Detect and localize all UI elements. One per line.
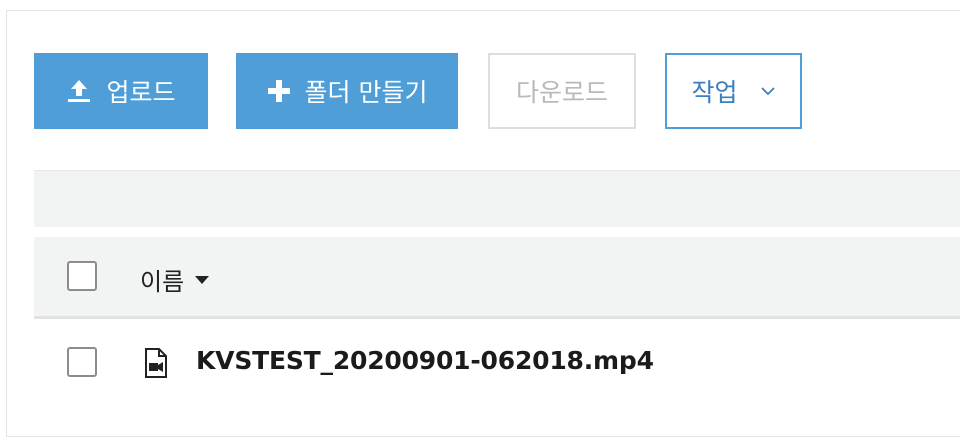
sort-down-icon (194, 275, 210, 285)
actions-dropdown-button[interactable]: 작업 (665, 53, 802, 129)
download-label: 다운로드 (515, 78, 608, 107)
upload-button[interactable]: 업로드 (34, 53, 208, 129)
table-row[interactable]: KVSTEST_20200901-062018.mp4 (34, 322, 960, 402)
video-file-icon (144, 348, 168, 382)
select-all-checkbox[interactable] (67, 261, 97, 291)
new-folder-button[interactable]: 폴더 만들기 (236, 53, 458, 129)
download-button[interactable]: 다운로드 (488, 53, 636, 129)
name-column-label: 이름 (140, 268, 185, 296)
name-column-header[interactable]: 이름 (140, 262, 210, 297)
file-name-link[interactable]: KVSTEST_20200901-062018.mp4 (196, 346, 654, 375)
row-checkbox[interactable] (67, 347, 97, 377)
path-bar (34, 170, 960, 227)
chevron-down-icon (760, 86, 776, 96)
plus-icon (267, 79, 291, 103)
actions-label: 작업 (691, 78, 738, 107)
upload-label: 업로드 (106, 78, 176, 107)
new-folder-label: 폴더 만들기 (304, 78, 428, 107)
upload-icon (66, 78, 92, 104)
table-header: 이름 (34, 237, 960, 319)
